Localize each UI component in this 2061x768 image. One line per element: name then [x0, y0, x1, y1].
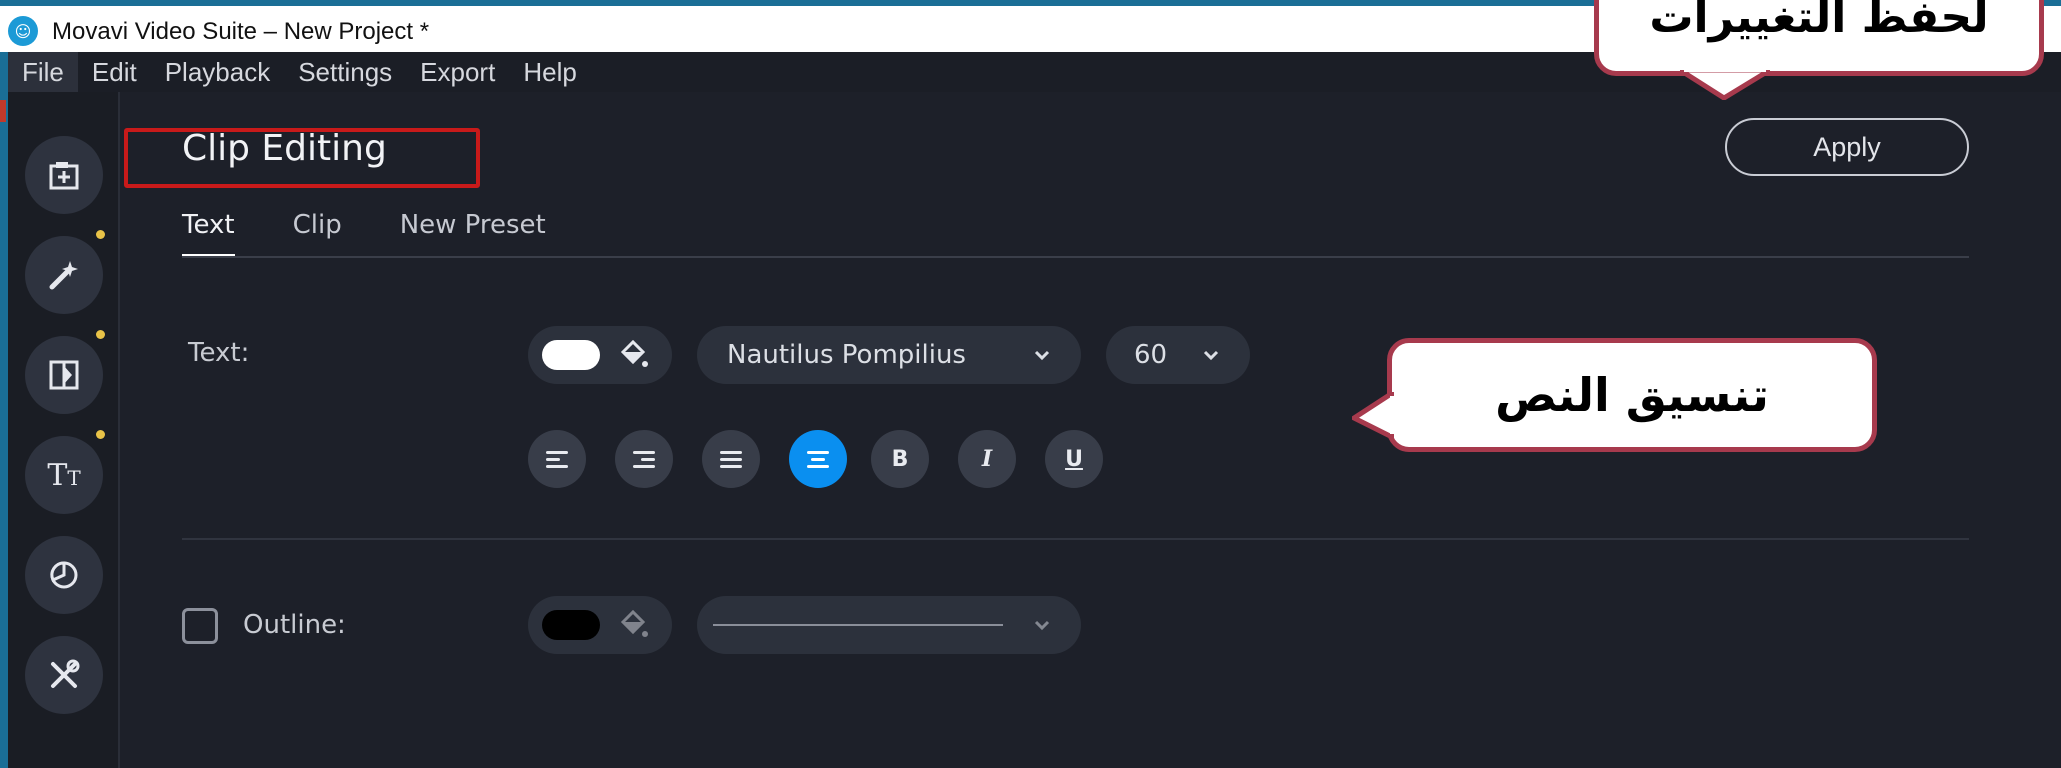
chevron-down-icon — [1034, 620, 1050, 631]
italic-button[interactable]: I — [958, 430, 1016, 488]
font-size-value: 60 — [1134, 340, 1168, 370]
underline-button[interactable]: U — [1045, 430, 1103, 488]
menu-help[interactable]: Help — [509, 52, 590, 92]
outline-checkbox[interactable] — [182, 608, 218, 644]
font-family-select[interactable]: Nautilus Pompilius — [697, 326, 1081, 384]
paint-bucket-icon[interactable] — [616, 608, 652, 642]
callout-tail — [1680, 70, 1770, 100]
movavi-app-icon: ☺ — [8, 16, 38, 46]
window-title: Movavi Video Suite – New Project * — [52, 18, 430, 45]
align-left-button[interactable] — [528, 430, 586, 488]
section-divider — [182, 538, 1969, 540]
edge-marker — [0, 100, 6, 122]
tab-bar: Text Clip New Preset — [182, 210, 604, 260]
align-right-button[interactable] — [615, 430, 673, 488]
text-label: Text: — [188, 338, 250, 368]
callout-tail — [1352, 392, 1394, 441]
bold-button[interactable]: B — [871, 430, 929, 488]
align-left-icon — [546, 450, 568, 468]
menu-playback[interactable]: Playback — [151, 52, 285, 92]
filters-button[interactable] — [25, 236, 103, 314]
menu-edit[interactable]: Edit — [78, 52, 151, 92]
callout-save-changes: لحفظ التغييرات — [1594, 0, 2044, 76]
titles-notification-dot — [96, 430, 105, 439]
tools-icon — [51, 659, 80, 688]
chevron-down-icon — [1203, 350, 1219, 361]
align-center-button[interactable] — [789, 430, 847, 488]
tab-new-preset[interactable]: New Preset — [400, 210, 546, 258]
font-family-value: Nautilus Pompilius — [727, 340, 966, 370]
menu-file[interactable]: File — [8, 52, 78, 92]
apply-button[interactable]: Apply — [1725, 118, 1969, 176]
stickers-icon — [50, 561, 78, 589]
justify-button[interactable] — [702, 430, 760, 488]
magic-wand-icon — [49, 261, 78, 290]
outline-label: Outline: — [243, 610, 346, 640]
transitions-button[interactable] — [25, 336, 103, 414]
stickers-button[interactable] — [25, 536, 103, 614]
callout-text-formatting: تنسيق النص — [1387, 338, 1877, 452]
outline-color-picker[interactable] — [528, 596, 672, 654]
line-style-preview — [713, 624, 1003, 626]
add-media-button[interactable] — [25, 136, 103, 214]
add-media-icon — [49, 162, 79, 190]
transitions-icon — [49, 360, 79, 390]
outline-color-swatch[interactable] — [542, 610, 600, 640]
filters-notification-dot — [96, 230, 105, 239]
font-size-select[interactable]: 60 — [1106, 326, 1250, 384]
menu-export[interactable]: Export — [406, 52, 509, 92]
justify-icon — [720, 450, 742, 468]
outline-style-select[interactable] — [697, 596, 1081, 654]
menu-settings[interactable]: Settings — [284, 52, 406, 92]
paint-bucket-icon[interactable] — [616, 338, 652, 372]
tab-text[interactable]: Text — [182, 210, 235, 258]
align-center-icon — [807, 450, 829, 468]
text-color-swatch[interactable] — [542, 340, 600, 370]
transitions-notification-dot — [96, 330, 105, 339]
tool-rail: TT — [8, 92, 120, 768]
align-right-icon — [633, 450, 655, 468]
tab-underline — [182, 256, 1969, 258]
tab-clip[interactable]: Clip — [293, 210, 342, 258]
text-color-picker[interactable] — [528, 326, 672, 384]
titles-button[interactable]: TT — [25, 436, 103, 514]
titles-icon: TT — [47, 457, 81, 493]
page-title: Clip Editing — [182, 128, 387, 169]
chevron-down-icon — [1034, 350, 1050, 361]
more-tools-button[interactable] — [25, 636, 103, 714]
